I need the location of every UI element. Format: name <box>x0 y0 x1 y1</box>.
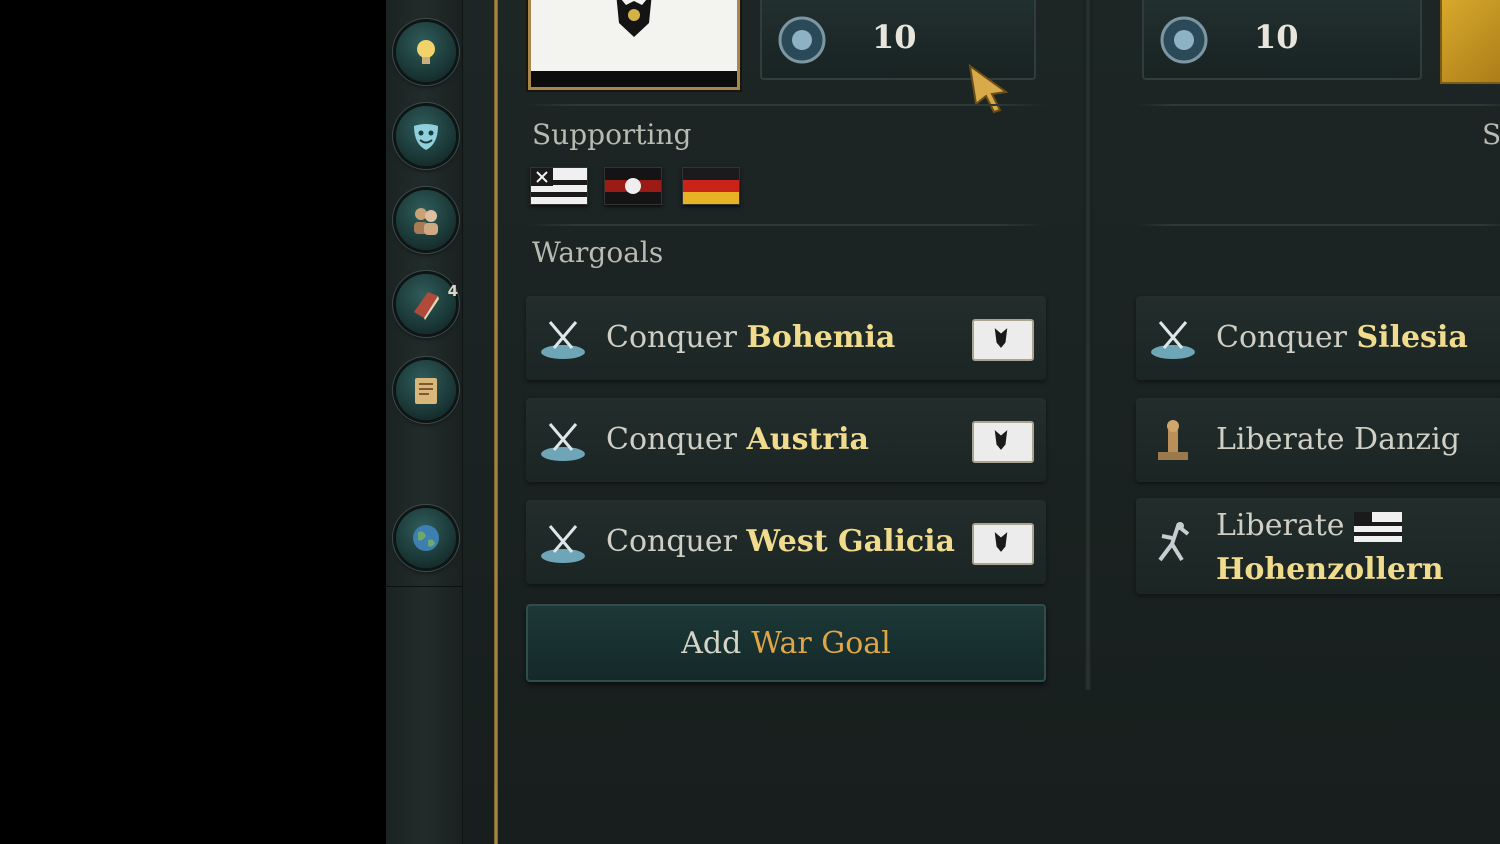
journal-count-badge: 4 <box>447 282 458 300</box>
add-label: Add <box>681 625 742 661</box>
wargoal-row[interactable]: Conquer Silesia <box>1136 296 1500 380</box>
people-icon <box>414 208 438 235</box>
tricolor-flag-icon <box>683 168 739 204</box>
crossed-swords-icon <box>541 423 585 461</box>
left-score-value: 10 <box>872 18 917 56</box>
striped-flag-icon <box>1354 512 1403 542</box>
eagle-flag-icon <box>975 423 1027 457</box>
map-button[interactable] <box>396 508 456 568</box>
crossed-swords-icon <box>541 525 585 563</box>
supporter-flag-black-red-gold[interactable] <box>682 167 740 205</box>
decisions-button[interactable] <box>396 360 456 420</box>
diplomacy-panel: 4 10 10 Supporting S Wargoals Conquer Bo… <box>386 0 1500 844</box>
wargoal-label: Conquer West Galicia <box>606 524 955 559</box>
wargoal-label: Liberate Danzig <box>1216 422 1460 457</box>
red-black-flag-icon <box>605 168 661 204</box>
right-score-value: 10 <box>1254 18 1299 56</box>
target-flag[interactable] <box>972 523 1034 565</box>
globe-icon <box>413 525 439 551</box>
country-flag[interactable] <box>528 0 740 90</box>
wargoal-label: Conquer Austria <box>606 422 869 457</box>
scroll-icon <box>415 378 437 404</box>
wargoal-row[interactable]: Conquer West Galicia <box>526 500 1046 584</box>
add-war-goal-button[interactable]: Add War Goal <box>526 604 1046 682</box>
wargoal-label: Conquer Silesia <box>1216 320 1468 355</box>
wargoal-label: Liberate Hohenzollern <box>1216 508 1444 587</box>
population-button[interactable] <box>396 190 456 250</box>
separator <box>526 224 1046 226</box>
wargoal-row[interactable]: Conquer Austria <box>526 398 1046 482</box>
right-country-flag[interactable] <box>1440 0 1500 84</box>
wargoal-label: Conquer Bohemia <box>606 320 896 355</box>
target-flag[interactable] <box>972 319 1034 361</box>
journal-button[interactable]: 4 <box>396 274 458 334</box>
chess-pawn-icon <box>1158 420 1188 460</box>
supporter-flag-red-black[interactable] <box>604 167 662 205</box>
war-support-icon <box>1160 16 1208 64</box>
separator <box>1136 224 1500 226</box>
mask-icon <box>414 124 438 150</box>
separator <box>1136 104 1500 106</box>
right-supporting-title: S <box>1482 118 1500 151</box>
freed-figure-icon <box>1158 522 1190 562</box>
eagle-flag-icon <box>975 525 1027 559</box>
side-menu-strip: 4 <box>386 0 463 844</box>
culture-button[interactable] <box>396 106 456 166</box>
war-goal-label: War Goal <box>751 625 891 661</box>
lightbulb-button[interactable] <box>396 22 456 82</box>
wargoals-title: Wargoals <box>532 236 664 269</box>
column-divider <box>1084 0 1092 690</box>
right-score-box: 10 <box>1142 0 1422 80</box>
war-support-icon <box>778 16 826 64</box>
crossed-swords-icon <box>1151 321 1195 359</box>
eagle-flag-icon <box>531 0 737 87</box>
mouse-cursor-icon <box>968 63 1009 114</box>
supporting-title: Supporting <box>532 118 692 151</box>
target-flag[interactable] <box>972 421 1034 463</box>
eagle-flag-icon <box>975 321 1027 355</box>
lightbulb-icon <box>417 40 435 64</box>
wargoal-row[interactable]: Liberate Danzig <box>1136 398 1500 482</box>
separator <box>526 104 1046 106</box>
supporter-flag-hohenzollern[interactable] <box>530 167 588 205</box>
panel-divider <box>494 0 498 844</box>
wargoal-row[interactable]: Conquer Bohemia <box>526 296 1046 380</box>
wargoal-row[interactable]: Liberate Hohenzollern <box>1136 498 1500 594</box>
crossed-swords-icon <box>541 321 585 359</box>
book-icon <box>414 292 439 320</box>
striped-flag-icon <box>531 168 587 204</box>
